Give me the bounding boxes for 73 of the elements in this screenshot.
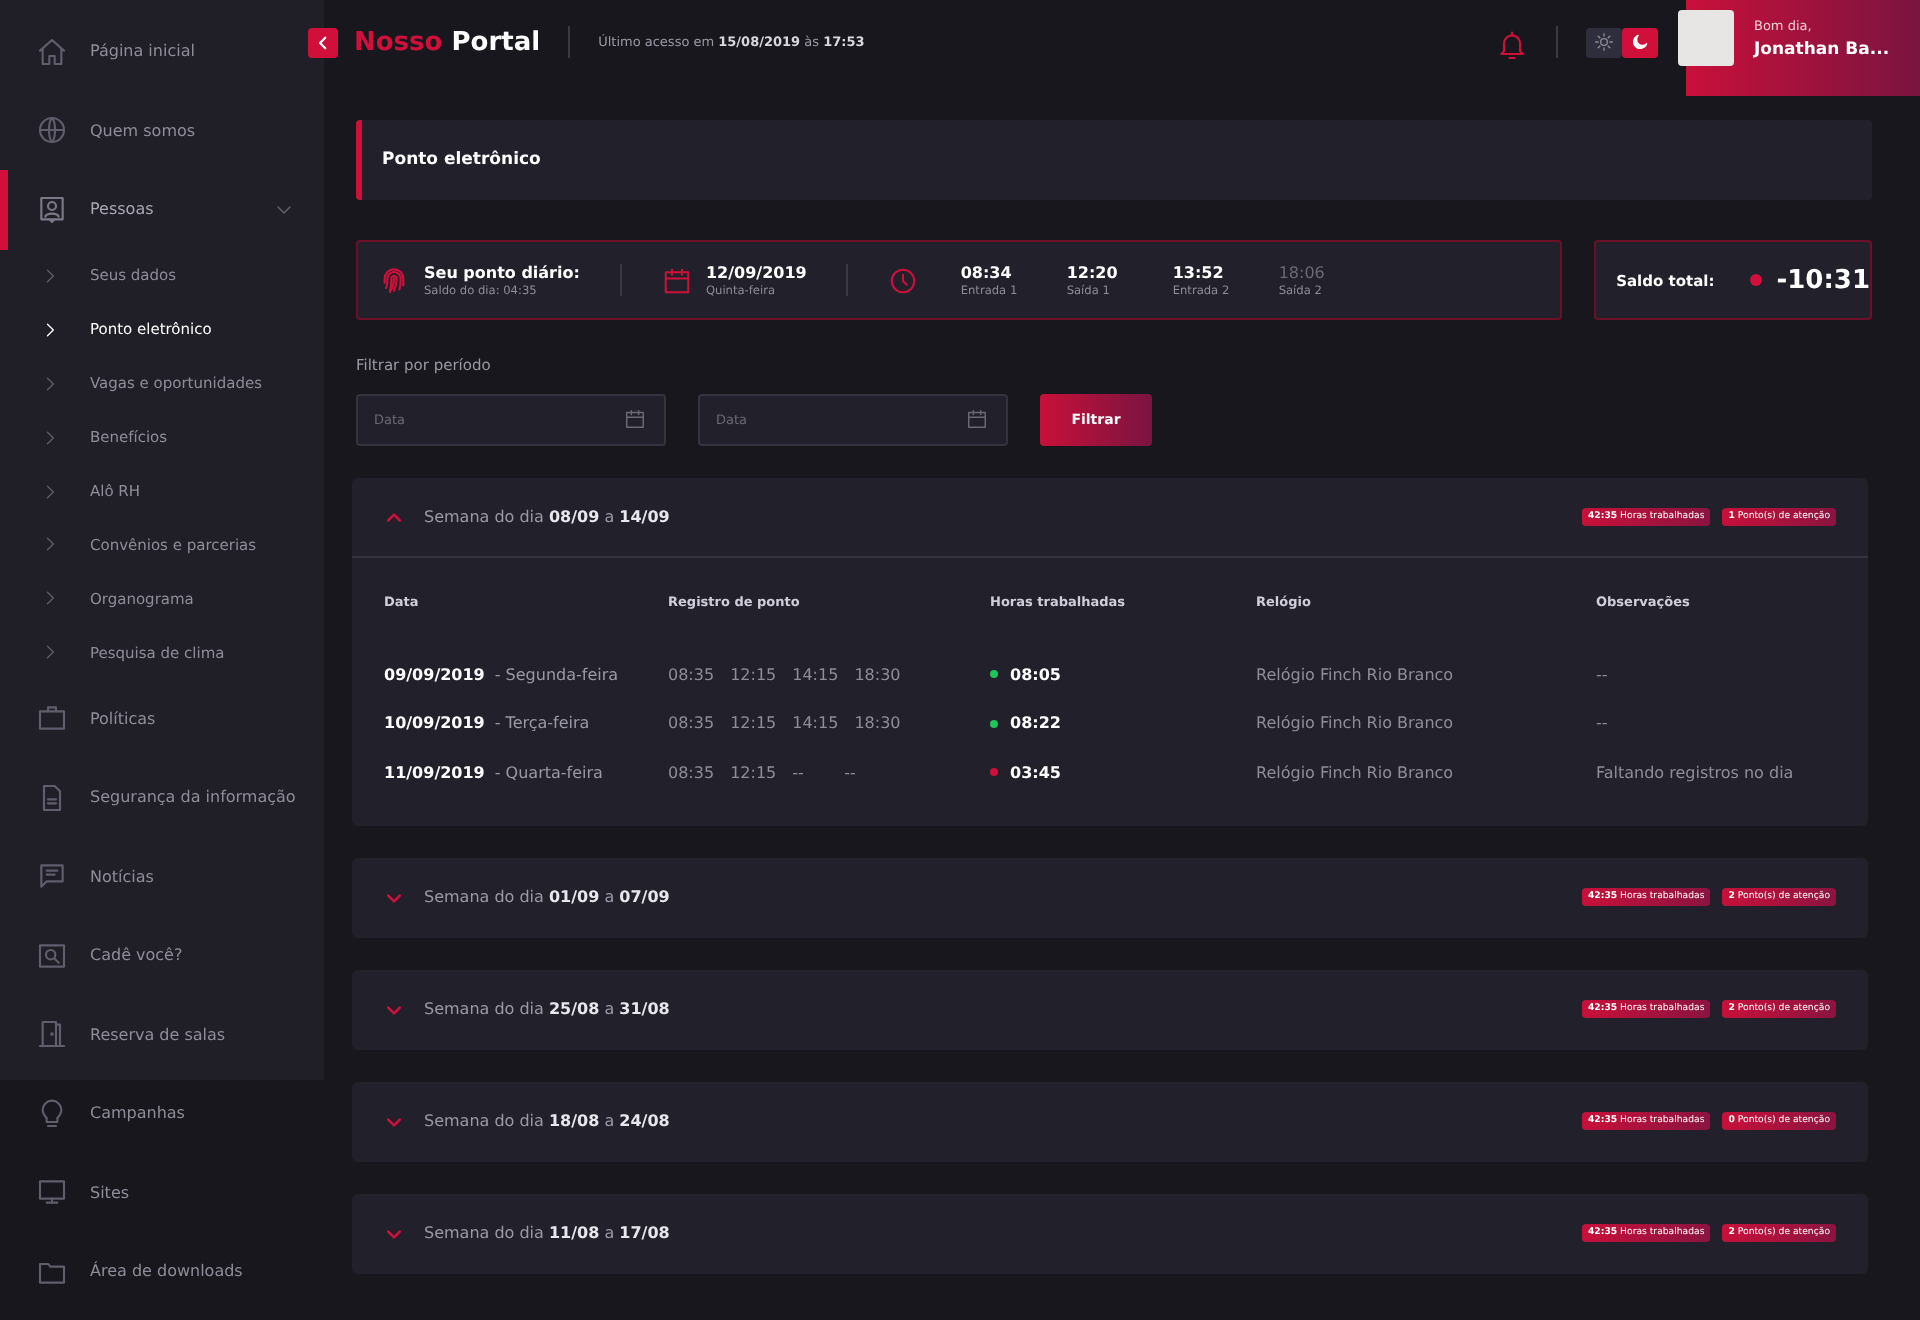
sidebar-item[interactable]: Notícias — [0, 837, 324, 917]
weekday-cell: - Segunda-feira — [494, 665, 619, 684]
punch-cell: 12:15 — [730, 714, 777, 733]
week-title: Semana do dia 25/08 a 31/08 — [424, 1000, 670, 1018]
weekday-cell: - Quarta-feira — [494, 763, 603, 782]
clock-cell: Relógio Finch Rio Branco — [1256, 714, 1454, 733]
lightbulb-icon — [36, 1097, 68, 1130]
punch-cell: 12:15 — [730, 763, 777, 782]
sidebar-item[interactable]: Segurança da informação — [0, 758, 324, 838]
sidebar-item[interactable]: Sites — [0, 1153, 324, 1233]
week-title: Semana do dia 11/08 a 17/08 — [424, 1224, 670, 1242]
sidebar-item[interactable]: Página inicial — [0, 12, 324, 91]
current-date: 12/09/2019 — [705, 263, 807, 281]
sidebar-item[interactable]: Políticas — [0, 679, 324, 759]
sun-icon — [1594, 32, 1614, 52]
hours-cell: 08:22 — [1010, 714, 1061, 733]
sidebar-item[interactable]: Campanhas — [0, 1074, 324, 1154]
sidebar-item[interactable]: Cadê você? — [0, 916, 324, 996]
fingerprint-icon — [378, 264, 410, 296]
monitor-icon — [36, 1176, 68, 1209]
week-title: Semana do dia 18/08 a 24/08 — [424, 1112, 670, 1130]
user-name: Jonathan Ba... — [1754, 39, 1890, 59]
weekday-cell: - Terça-feira — [494, 714, 590, 733]
clock-cell: Relógio Finch Rio Branco — [1256, 763, 1454, 782]
punch-cell: 14:15 — [792, 665, 839, 684]
calendar-icon — [661, 265, 692, 295]
home-icon — [36, 35, 68, 68]
sidebar-item[interactable]: Reserva de salas — [0, 995, 324, 1075]
avatar-placeholder — [1678, 10, 1734, 66]
punch-cell-text: -- — [792, 763, 806, 782]
sidebar-item[interactable]: Área de downloads — [0, 1232, 324, 1312]
moon-icon — [1630, 32, 1650, 52]
date-cell: 09/09/2019 — [384, 665, 485, 684]
bell-icon — [1496, 30, 1528, 62]
briefcase-icon — [36, 702, 68, 735]
balance-value: -10:31 — [1776, 265, 1870, 295]
hours-cell: 08:05 — [1010, 665, 1061, 684]
page-title: Ponto eletrônico — [382, 150, 541, 170]
search-icon — [36, 939, 68, 972]
notes-cell: Faltando registros no dia — [1596, 763, 1794, 782]
sidebar-item[interactable]: Pessoas — [0, 170, 324, 249]
notes-cell: -- — [1596, 665, 1608, 684]
week-title: Semana do dia 01/09 a 07/09 — [424, 888, 670, 906]
notifications-button[interactable] — [1496, 30, 1528, 62]
portal-logo: Nosso Portal — [354, 27, 541, 57]
theme-light-button[interactable] — [1586, 27, 1622, 57]
date-cell: 10/09/2019 — [384, 714, 485, 733]
notes-cell: -- — [1596, 714, 1608, 733]
punch-cell: 18:30 — [854, 714, 901, 733]
collapse-button[interactable] — [308, 27, 338, 57]
daily-title: Seu ponto diário: — [424, 263, 580, 281]
hours-cell: 03:45 — [1010, 763, 1061, 782]
calendar-icon — [966, 408, 988, 430]
punch-cell: 14:15 — [792, 714, 839, 733]
chevron-left-icon — [314, 33, 332, 51]
punch-cell: 12:15 — [730, 665, 777, 684]
punch-cell-text: -- — [844, 763, 858, 782]
chevron-up-icon — [384, 507, 404, 527]
calendar-icon — [624, 408, 646, 430]
punch-cell: 18:30 — [854, 665, 901, 684]
week-title: Semana do dia 08/09 a 14/09 — [424, 508, 670, 526]
theme-dark-button[interactable] — [1622, 27, 1658, 57]
clock-cell: Relógio Finch Rio Branco — [1256, 665, 1454, 684]
chat-icon — [36, 860, 68, 893]
door-icon — [36, 1018, 68, 1051]
punch-cell: 08:35 — [668, 763, 715, 782]
punch-cell: 08:35 — [668, 665, 715, 684]
id-badge-icon — [36, 193, 68, 226]
date-cell: 11/09/2019 — [384, 763, 485, 782]
globe-icon — [36, 114, 68, 147]
clock-icon — [888, 265, 919, 295]
sidebar-item[interactable]: Quem somos — [0, 91, 324, 170]
punch-cell: 08:35 — [668, 714, 715, 733]
